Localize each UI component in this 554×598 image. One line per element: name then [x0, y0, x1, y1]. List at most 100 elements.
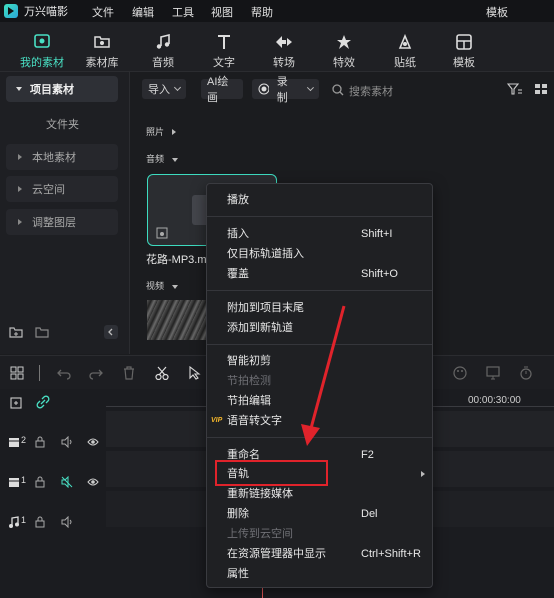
menu-file[interactable]: 文件: [92, 4, 114, 20]
shortcut-overwrite: Shift+O: [361, 268, 398, 280]
sidebar-item-adjust-layer[interactable]: 调整图层: [6, 209, 118, 235]
add-track-icon[interactable]: [10, 395, 24, 409]
project-media-header[interactable]: 项目素材: [6, 76, 118, 102]
video-thumbnail[interactable]: [147, 300, 207, 340]
tool-label: 音频: [152, 57, 174, 69]
app-name: 万兴喵影: [24, 6, 68, 18]
menu-item-properties[interactable]: 属性: [227, 565, 249, 583]
lock-icon[interactable]: [35, 476, 45, 488]
menu-item-add-new-track[interactable]: 添加到新轨道: [227, 319, 293, 337]
sidebar-item-cloud[interactable]: 云空间: [6, 176, 118, 202]
template-button[interactable]: 模板: [486, 4, 508, 20]
music-note-icon: [9, 516, 19, 528]
eye-icon[interactable]: [87, 476, 99, 488]
ai-paint-button[interactable]: AI绘画: [201, 76, 243, 104]
mute-speaker-icon[interactable]: [61, 476, 73, 488]
transition-icon: [276, 36, 292, 48]
menu-item-append-to-end[interactable]: 附加到项目末尾: [227, 299, 304, 317]
tool-template[interactable]: 模板: [434, 22, 494, 72]
tool-sticker[interactable]: 贴纸: [375, 22, 435, 72]
sidebar-item-label: 本地素材: [32, 152, 76, 164]
tool-label: 素材库: [85, 57, 119, 69]
tool-effects[interactable]: 特效: [314, 22, 374, 72]
menu-separator: [207, 216, 432, 217]
section-photo-label: 照片: [146, 127, 165, 137]
grid-view-icon[interactable]: [534, 83, 548, 95]
timer-icon[interactable]: [519, 366, 533, 380]
speaker-icon[interactable]: [61, 436, 73, 448]
toolbar-divider: [39, 365, 40, 381]
menu-item-show-in-explorer[interactable]: 在资源管理器中显示: [227, 545, 326, 563]
folder-label[interactable]: 文件夹: [46, 116, 79, 132]
menu-item-play[interactable]: 播放: [227, 191, 249, 209]
lock-icon[interactable]: [35, 516, 45, 528]
section-video[interactable]: 视频: [146, 279, 178, 292]
tool-label: 我的素材: [20, 57, 64, 69]
search-icon: [332, 84, 344, 96]
snapshot-icon[interactable]: [486, 366, 500, 380]
annotation-highlight-box: [215, 460, 328, 486]
menu-item-overwrite[interactable]: 覆盖: [227, 265, 249, 283]
layout-grid-icon[interactable]: [10, 366, 24, 380]
filter-icon[interactable]: [507, 83, 523, 95]
sidebar-item-local-media[interactable]: 本地素材: [6, 144, 118, 170]
speaker-icon[interactable]: [61, 516, 73, 528]
template-icon: [456, 34, 472, 50]
tool-text[interactable]: 文字: [194, 22, 254, 72]
menu-item-speech-to-text[interactable]: 语音转文字: [227, 412, 282, 430]
stock-library-icon: [94, 36, 110, 48]
menu-item-insert[interactable]: 插入: [227, 225, 249, 243]
menu-item-smart-cut[interactable]: 智能初剪: [227, 352, 271, 370]
redo-icon[interactable]: [89, 366, 103, 380]
media-filename: 花路-MP3.mp: [146, 254, 213, 266]
chevron-down-icon: [173, 83, 182, 92]
collapse-panel-button[interactable]: [104, 325, 118, 339]
select-cursor-icon[interactable]: [188, 366, 202, 380]
tool-transition[interactable]: 转场: [254, 22, 314, 72]
section-video-label: 视频: [146, 281, 165, 291]
section-audio[interactable]: 音频: [146, 152, 178, 165]
search-input[interactable]: 搜索素材: [349, 83, 393, 99]
scissors-icon[interactable]: [155, 366, 169, 380]
menu-help[interactable]: 帮助: [251, 4, 273, 20]
folder-icon[interactable]: [35, 326, 49, 338]
undo-icon[interactable]: [57, 366, 71, 380]
palette-icon[interactable]: [453, 366, 467, 380]
menu-tools[interactable]: 工具: [172, 4, 194, 20]
record-icon: [258, 83, 269, 95]
track-number: 2: [21, 435, 27, 445]
shortcut-rename: F2: [361, 449, 374, 461]
track-number: 1: [21, 475, 27, 485]
lock-icon[interactable]: [35, 436, 45, 448]
tool-audio[interactable]: 音频: [133, 22, 193, 72]
menu-item-relink-media[interactable]: 重新链接媒体: [227, 485, 293, 503]
record-label: 录制: [276, 76, 288, 104]
menu-item-beat-detect: 节拍检测: [227, 375, 271, 387]
menu-item-insert-target-track[interactable]: 仅目标轨道插入: [227, 245, 304, 263]
media-toolbar: 导入 AI绘画 录制 搜索素材: [130, 72, 554, 106]
tool-label: 文字: [213, 57, 235, 69]
trash-icon[interactable]: [123, 366, 135, 380]
track-header-audio-1: 1: [0, 505, 106, 541]
shortcut-delete: Del: [361, 508, 378, 520]
menu-item-beat-edit[interactable]: 节拍编辑: [227, 392, 271, 410]
audio-file-icon: [156, 227, 168, 239]
menu-edit[interactable]: 编辑: [132, 4, 154, 20]
section-audio-label: 音频: [146, 154, 165, 164]
caret-right-icon: [18, 186, 22, 192]
menu-item-delete[interactable]: 删除: [227, 505, 249, 523]
caret-right-icon: [18, 154, 22, 160]
menu-view[interactable]: 视图: [211, 4, 233, 20]
menu-separator: [207, 290, 432, 291]
record-dropdown[interactable]: 录制: [252, 76, 319, 104]
tool-my-media[interactable]: 我的素材: [12, 22, 72, 72]
link-icon[interactable]: [36, 395, 50, 409]
annotation-arrow-icon: [301, 305, 346, 446]
section-photo[interactable]: 照片: [146, 125, 176, 138]
new-folder-icon[interactable]: [9, 326, 23, 338]
import-dropdown[interactable]: 导入: [142, 79, 186, 99]
tool-stock-library[interactable]: 素材库: [72, 22, 132, 72]
eye-icon[interactable]: [87, 436, 99, 448]
left-panel: 项目素材 文件夹 本地素材 云空间 调整图层: [0, 72, 130, 354]
track-number: 1: [21, 515, 27, 525]
